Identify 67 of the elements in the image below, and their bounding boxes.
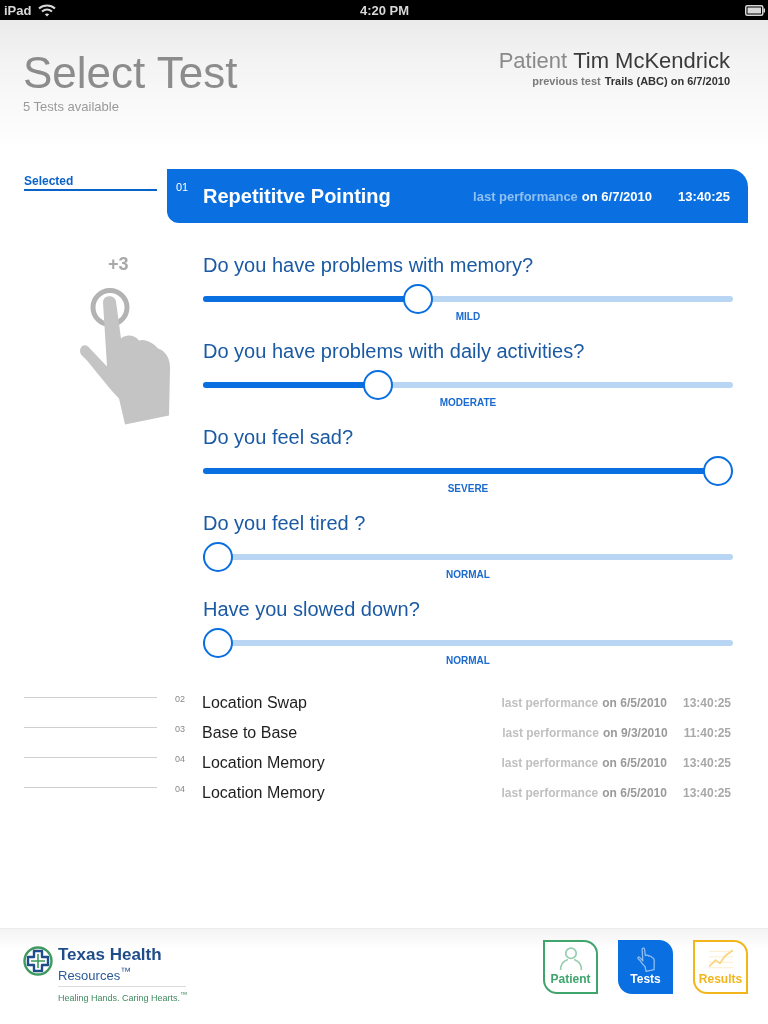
last-performance-date: on 9/3/2010 — [602, 726, 668, 740]
severity-reading: MILD — [455, 311, 481, 323]
tab-button[interactable]: Tests — [618, 940, 673, 994]
last-performance-date: on 6/5/2010 — [602, 786, 667, 800]
slider-track[interactable] — [203, 456, 733, 486]
last-performance-time: 13:40:25 — [682, 696, 731, 710]
previous-test-value: Trails (ABC) on 6/7/2010 — [604, 74, 730, 88]
battery-icon — [745, 4, 765, 16]
last-performance-time: 13:40:25 — [682, 756, 731, 770]
test-name: Repetititve Pointing — [203, 184, 392, 208]
question-text: Do you have problems with daily activities? — [203, 339, 585, 363]
cross-logo-icon — [23, 946, 53, 976]
test-number: 04 — [175, 784, 186, 794]
logo-name: Texas Health — [58, 945, 162, 964]
chart-icon — [708, 947, 733, 971]
previous-test-label: previous test — [532, 74, 601, 88]
page-title: Select Test — [23, 48, 238, 98]
selected-test-bar[interactable]: 01 Repetititve Pointing last performance on 6/7/2010 13:40:25 — [167, 169, 748, 223]
test-name[interactable]: Location Swap — [202, 694, 502, 712]
severity-reading: NORMAL — [446, 569, 490, 581]
test-number: 02 — [175, 694, 186, 704]
last-performance-label: last performance — [501, 756, 599, 770]
last-performance-label: last performance — [502, 726, 599, 740]
tap-count-hint: +3 — [108, 253, 129, 275]
slider-track[interactable] — [203, 284, 733, 314]
clock-time: 4:20 PM — [359, 2, 410, 18]
slider-track[interactable] — [203, 542, 733, 572]
test-number: 04 — [175, 754, 186, 764]
last-performance-time: 13:40:25 — [677, 188, 730, 204]
slider-track[interactable] — [203, 370, 733, 400]
pointing-hand-icon — [636, 947, 655, 972]
slider-thumb[interactable] — [703, 456, 733, 486]
patient-label: Patient — [498, 48, 568, 74]
slider-thumb[interactable] — [363, 370, 393, 400]
question-text: Do you feel sad? — [203, 425, 354, 449]
logo-subname: Resources$^{™}$ — [58, 964, 131, 984]
pointing-hand-icon — [78, 287, 172, 427]
severity-reading: MODERATE — [439, 397, 497, 409]
last-performance-label: last performance — [501, 696, 599, 710]
last-performance-date: on 6/5/2010 — [602, 756, 667, 770]
question-text: Have you slowed down? — [203, 597, 420, 621]
slider-thumb[interactable] — [203, 628, 233, 658]
slider-thumb[interactable] — [203, 542, 233, 572]
severity-reading: SEVERE — [447, 483, 489, 495]
last-performance-date: on 6/5/2010 — [602, 696, 667, 710]
last-performance-time: 11:40:25 — [683, 726, 731, 740]
test-number: 01 — [176, 181, 190, 193]
last-performance-label: last performance — [473, 188, 578, 204]
test-name[interactable]: Base to Base — [202, 724, 503, 742]
person-icon — [558, 947, 583, 971]
test-name[interactable]: Location Memory — [202, 784, 502, 802]
test-number: 03 — [175, 724, 186, 734]
wifi-icon — [38, 3, 57, 17]
device-name: iPad — [4, 2, 32, 18]
question-text: Do you feel tired ? — [203, 511, 366, 535]
last-performance-label: last performance — [501, 786, 599, 800]
logo-tagline: Healing Hands. Caring Hearts.$^{™}$ — [58, 989, 188, 1005]
question-text: Do you have problems with memory? — [203, 253, 534, 277]
last-performance-time: 13:40:25 — [682, 786, 731, 800]
patient-name: Tim McKendrick — [573, 48, 730, 74]
severity-reading: NORMAL — [446, 655, 490, 667]
slider-track[interactable] — [203, 628, 733, 658]
selected-label: Selected — [24, 174, 157, 191]
test-name[interactable]: Location Memory — [202, 754, 502, 772]
slider-thumb[interactable] — [403, 284, 433, 314]
last-performance-date: on 6/7/2010 — [581, 188, 652, 204]
tests-available-count: 5 Tests available — [23, 100, 119, 114]
